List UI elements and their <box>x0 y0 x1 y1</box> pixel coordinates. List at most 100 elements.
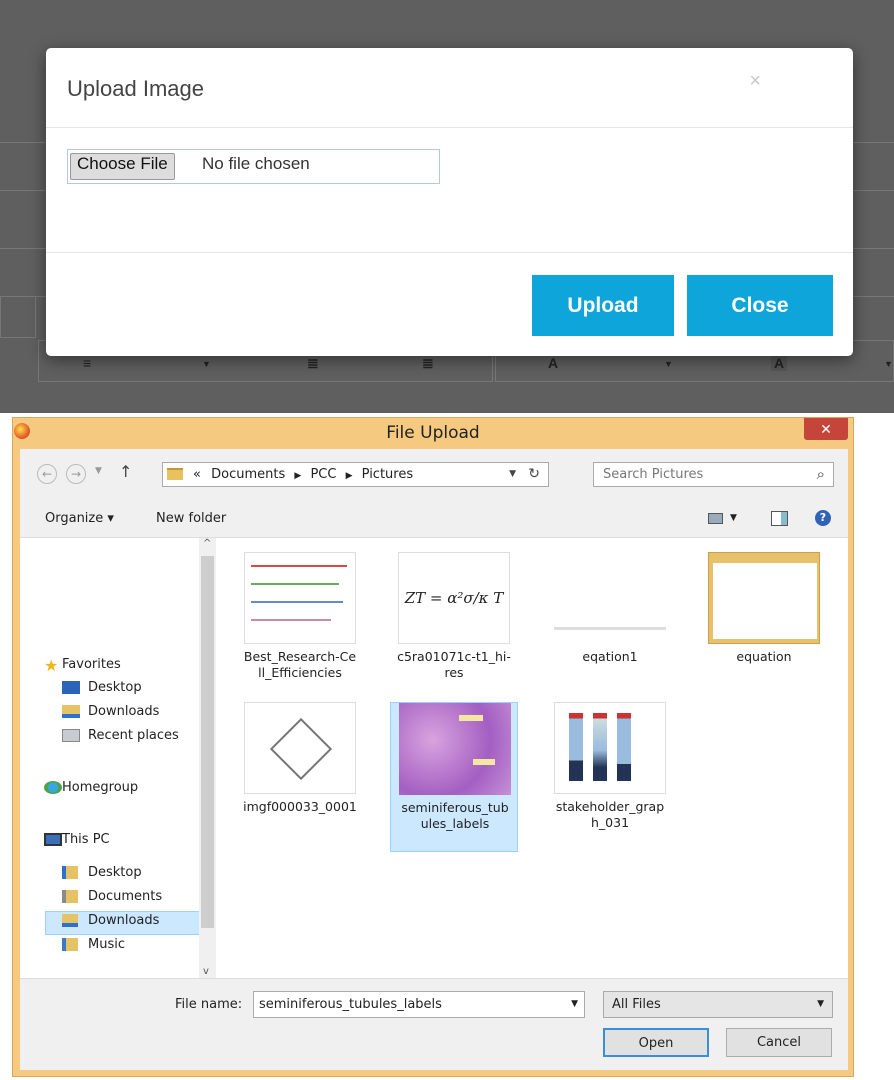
indent-icon: ≣ <box>422 355 434 371</box>
chevron-down-icon[interactable]: ▼ <box>817 999 824 1009</box>
choose-file-button[interactable]: Choose File <box>70 153 175 180</box>
modal-header-divider <box>46 127 853 128</box>
nav-item-label: Downloads <box>88 913 160 928</box>
file-status-text: No file chosen <box>202 154 310 173</box>
nav-item-label: Desktop <box>88 865 142 880</box>
scroll-down-icon[interactable]: v <box>203 966 209 977</box>
upload-button[interactable]: Upload <box>532 275 674 336</box>
address-dropdown-icon[interactable]: ▼ <box>509 469 516 479</box>
forward-arrow-icon[interactable]: → <box>66 464 86 484</box>
file-type-select[interactable]: All Files ▼ <box>603 991 833 1018</box>
back-arrow-icon[interactable]: ← <box>37 464 57 484</box>
file-item[interactable]: stakeholder_grap h_031 <box>546 702 674 852</box>
file-name: eqation1 <box>582 649 638 664</box>
dialog-title: File Upload <box>386 423 480 443</box>
upload-image-modal: Upload Image × Choose File No file chose… <box>46 48 853 356</box>
search-icon[interactable]: ⌕ <box>817 465 825 483</box>
chevron-down-icon: ▼ <box>202 359 211 369</box>
chevron-down-icon[interactable]: ▼ <box>730 513 737 523</box>
background-toolbar-button <box>0 296 36 338</box>
thumbnail-molecule-image <box>244 702 356 794</box>
file-item[interactable]: equation <box>700 552 828 702</box>
nav-item-label: Homegroup <box>62 780 139 795</box>
breadcrumb-item-pictures[interactable]: Pictures <box>362 467 413 482</box>
cancel-button[interactable]: Cancel <box>726 1028 832 1057</box>
breadcrumb-separator-icon: ▶ <box>345 471 353 481</box>
search-input[interactable]: Search Pictures ⌕ <box>593 462 834 487</box>
command-bar: Organize ▾ New folder ▼ ? <box>20 501 848 535</box>
nav-item-label: This PC <box>62 832 110 847</box>
file-input[interactable]: Choose File No file chosen <box>67 149 440 184</box>
nav-item-label: Downloads <box>88 704 160 719</box>
scroll-up-icon[interactable]: ^ <box>203 538 211 549</box>
file-item[interactable]: eqation1 <box>546 552 674 702</box>
file-item-selected[interactable]: seminiferous_tub ules_labels <box>390 702 518 852</box>
breadcrumb-item-documents[interactable]: Documents <box>211 467 285 482</box>
help-icon[interactable]: ? <box>815 510 831 526</box>
nav-item-label: Music <box>88 937 125 952</box>
dialog-body: ★ Favorites Desktop Downloads Recent plac… <box>20 537 848 979</box>
folder-icon <box>167 468 183 480</box>
refresh-icon[interactable]: ↻ <box>528 466 540 482</box>
nav-scroll-thumb[interactable] <box>201 556 214 928</box>
folder-icon <box>62 866 78 879</box>
organize-menu[interactable]: Organize ▾ <box>45 511 114 526</box>
breadcrumb-item-pcc[interactable]: PCC <box>310 467 336 482</box>
file-name: equation <box>736 649 792 664</box>
chevron-down-icon[interactable]: ▼ <box>571 999 578 1009</box>
thumbnail-chart-image <box>244 552 356 644</box>
new-folder-button[interactable]: New folder <box>156 511 226 526</box>
nav-item-label: Recent places <box>88 728 179 743</box>
open-button[interactable]: Open <box>603 1028 709 1057</box>
file-item[interactable]: Best_Research-Ce ll_Efficiencies <box>236 552 364 702</box>
list-icon: ≡ <box>83 355 92 371</box>
recent-locations-chevron-icon[interactable]: ▼ <box>95 466 102 476</box>
thumbnail-micrograph-image <box>399 703 511 795</box>
address-bar[interactable]: « Documents ▶ PCC ▶ Pictures ▼ ↻ <box>162 462 549 487</box>
file-name-value: seminiferous_tubules_labels <box>259 997 442 1012</box>
nav-item-label: Favorites <box>62 657 121 672</box>
file-name-label: File name: <box>175 997 243 1012</box>
file-name: seminiferous_tub ules_labels <box>401 800 509 831</box>
downloads-icon <box>62 705 80 718</box>
breadcrumb-separator-icon: ▶ <box>294 471 302 481</box>
close-button[interactable]: Close <box>687 275 833 336</box>
breadcrumb: « Documents ▶ PCC ▶ Pictures <box>193 467 413 482</box>
thumbnail-bar-chart-image <box>554 702 666 794</box>
recent-places-icon <box>62 729 80 742</box>
breadcrumb-overflow[interactable]: « <box>193 467 201 482</box>
file-upload-dialog: File Upload ✕ ← → ▼ ↑ « Documents ▶ PCC … <box>12 417 854 1077</box>
folder-icon <box>62 890 78 903</box>
navigation-pane: ★ Favorites Desktop Downloads Recent plac… <box>20 538 216 979</box>
dialog-close-button[interactable]: ✕ <box>804 418 848 440</box>
file-type-value: All Files <box>612 997 661 1012</box>
font-color-icon: A <box>548 355 559 371</box>
star-icon: ★ <box>44 656 59 675</box>
nav-item-label: Documents <box>88 889 163 904</box>
preview-pane-icon[interactable] <box>771 511 788 526</box>
file-item[interactable]: imgf000033_0001 <box>236 702 364 852</box>
file-name: stakeholder_grap h_031 <box>555 799 665 830</box>
outdent-icon: ≣ <box>307 355 319 371</box>
folder-icon <box>62 914 78 927</box>
highlight-color-icon: A <box>771 355 788 371</box>
computer-icon <box>44 833 62 846</box>
view-options-icon[interactable] <box>708 513 723 524</box>
file-name: Best_Research-Ce ll_Efficiencies <box>243 649 357 680</box>
file-list: Best_Research-Ce ll_Efficiencies ZT = α²σ… <box>216 538 848 979</box>
search-placeholder: Search Pictures <box>603 467 704 482</box>
file-name-input[interactable]: seminiferous_tubules_labels ▼ <box>253 991 585 1018</box>
homegroup-icon <box>44 781 62 794</box>
file-item[interactable]: ZT = α²σ/κ T c5ra01071c-t1_hi-res <box>390 552 518 702</box>
thumbnail-screenshot-image <box>708 552 820 644</box>
dialog-footer: File name: seminiferous_tubules_labels ▼… <box>20 978 848 1070</box>
background-editor: ≡ ▼ ≣ ≣ A ▼ A ▼ Upload Image × Choose Fi… <box>0 0 894 413</box>
desktop-icon <box>62 681 80 694</box>
thumbnail-equation-image <box>554 618 666 630</box>
nav-item-label: Desktop <box>88 680 142 695</box>
chevron-down-icon: ▼ <box>884 359 893 369</box>
close-icon[interactable]: × <box>749 70 761 93</box>
file-name: c5ra01071c-t1_hi-res <box>397 649 511 680</box>
dialog-client-area: ← → ▼ ↑ « Documents ▶ PCC ▶ Pictures ▼ ↻… <box>20 449 848 1070</box>
up-arrow-icon[interactable]: ↑ <box>119 462 132 481</box>
